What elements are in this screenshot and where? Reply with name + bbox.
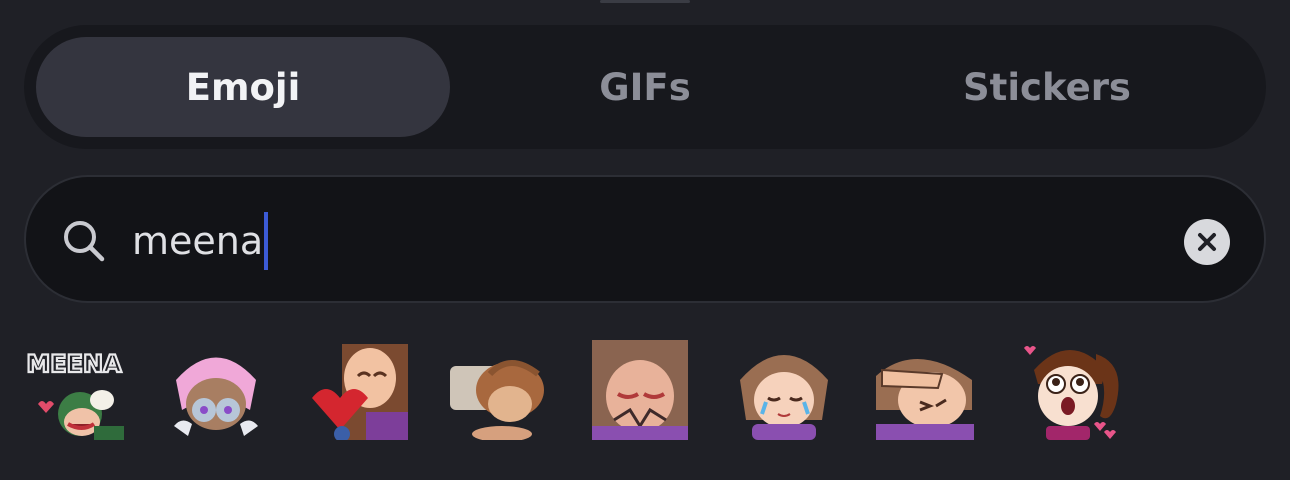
heart-hug-sticker-image <box>312 344 408 442</box>
meena-sticker-text: MEENA <box>26 350 122 378</box>
search-icon <box>64 221 105 262</box>
emoji-picker-panel: Emoji GIFs Stickers meena MEENA <box>0 0 1290 480</box>
result-sticker-facepalm[interactable] <box>876 340 976 440</box>
hand-grab-sticker-image <box>450 360 544 442</box>
search-input-value: meena <box>132 219 264 263</box>
meena-text-sticker-image: MEENA <box>25 349 124 440</box>
surprised-hearts-sticker-image <box>1024 346 1119 440</box>
text-caret <box>264 212 269 270</box>
tab-emoji[interactable]: Emoji <box>36 37 450 137</box>
crying-sticker-image <box>592 340 688 440</box>
emoji-results-row: MEENA <box>24 336 1266 446</box>
close-icon <box>1198 233 1216 251</box>
result-sticker-crying[interactable] <box>592 340 692 440</box>
picker-tab-bar: Emoji GIFs Stickers <box>24 25 1266 149</box>
search-input[interactable]: meena <box>132 212 269 270</box>
result-sticker-meena-text[interactable]: MEENA <box>24 340 124 440</box>
drag-handle[interactable] <box>600 0 690 3</box>
result-sticker-surprised-hearts[interactable] <box>1020 340 1120 440</box>
result-sticker-teary-smile[interactable] <box>734 340 834 440</box>
tab-stickers[interactable]: Stickers <box>840 37 1254 137</box>
clear-search-button[interactable] <box>1184 219 1230 265</box>
result-sticker-hand-grab[interactable] <box>450 340 550 442</box>
tab-gifs[interactable]: GIFs <box>438 37 852 137</box>
teary-smile-sticker-image <box>740 355 828 440</box>
pink-hair-sticker-image <box>174 357 258 436</box>
result-sticker-pink-hair[interactable] <box>166 340 266 440</box>
result-sticker-heart-hug[interactable] <box>308 340 408 442</box>
search-bar[interactable]: meena <box>24 175 1266 303</box>
facepalm-sticker-image <box>876 358 974 440</box>
